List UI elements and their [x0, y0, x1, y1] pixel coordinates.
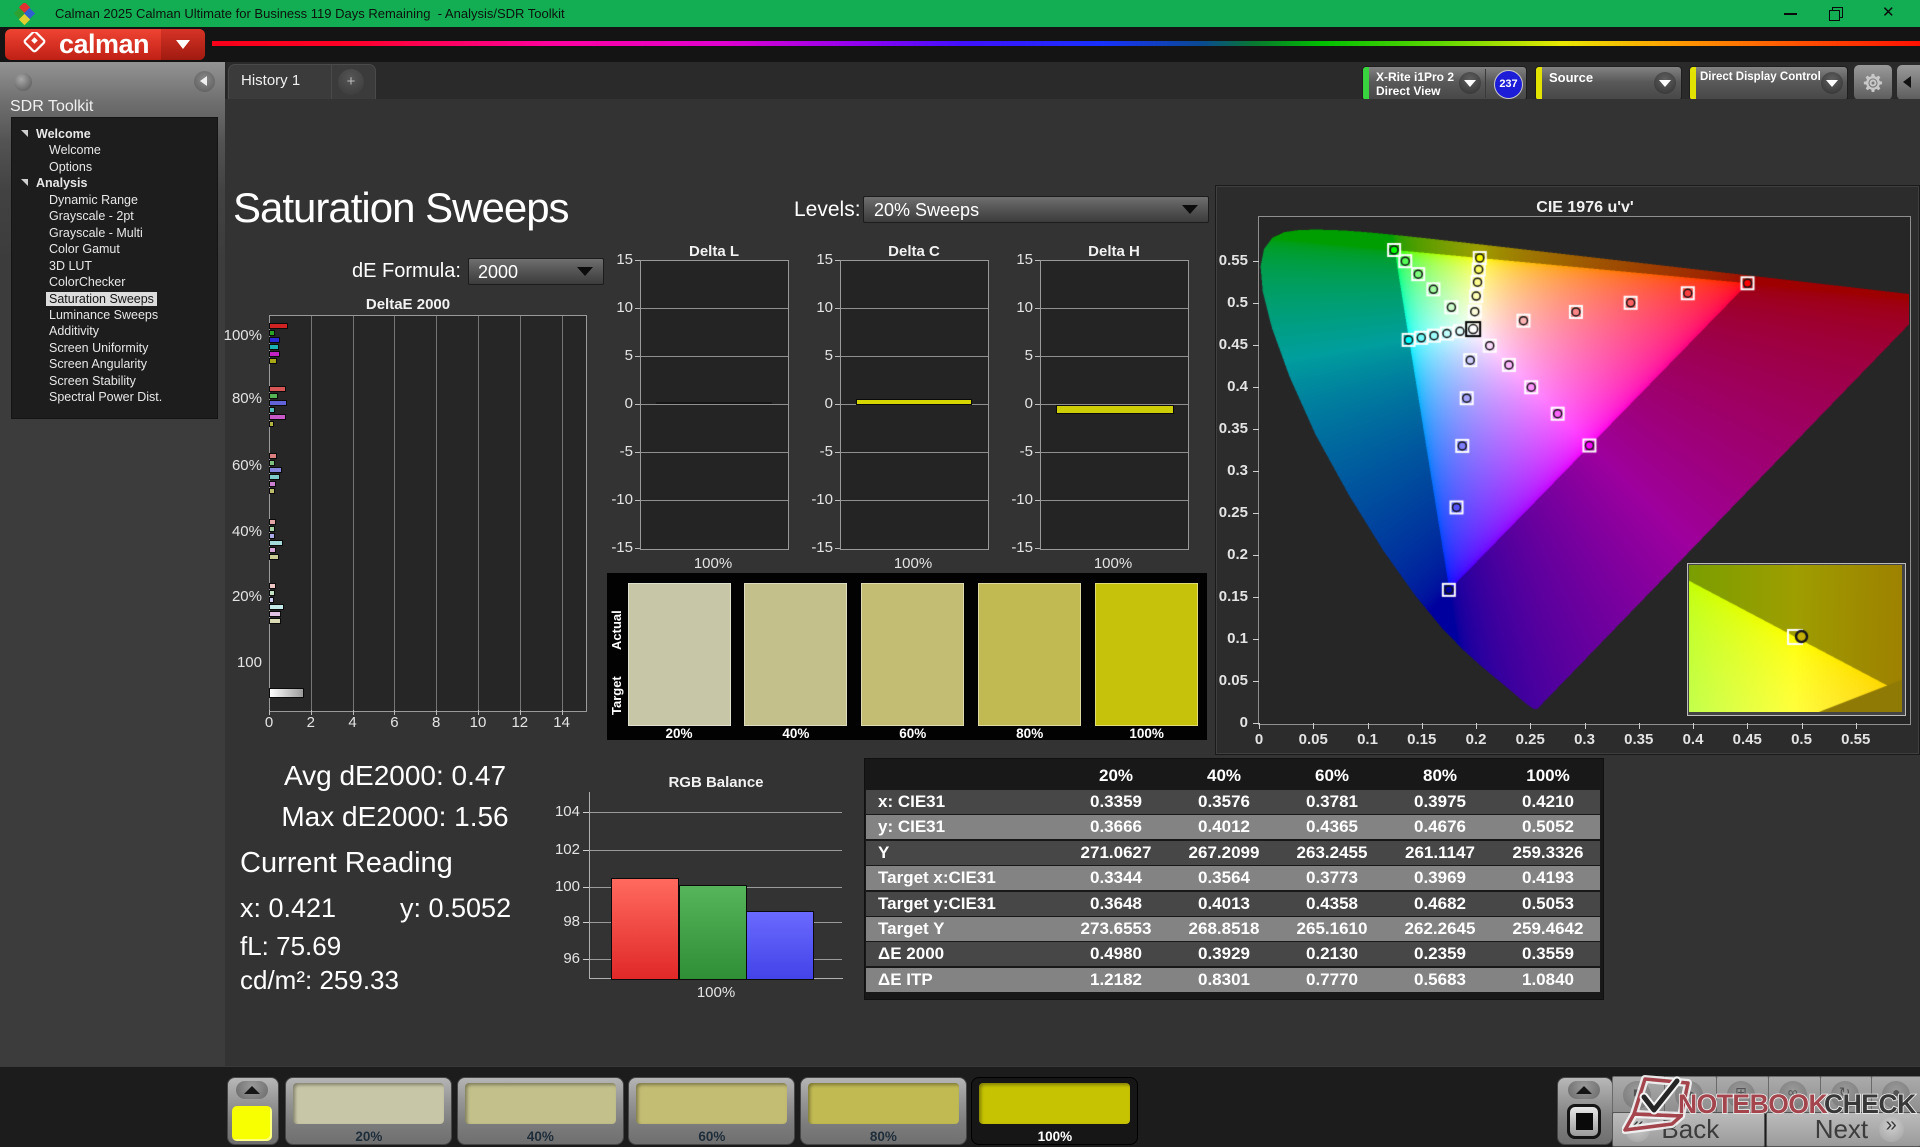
- svg-text:CHECK: CHECK: [1824, 1089, 1916, 1119]
- svg-text:NOTEBOOK: NOTEBOOK: [1678, 1089, 1827, 1119]
